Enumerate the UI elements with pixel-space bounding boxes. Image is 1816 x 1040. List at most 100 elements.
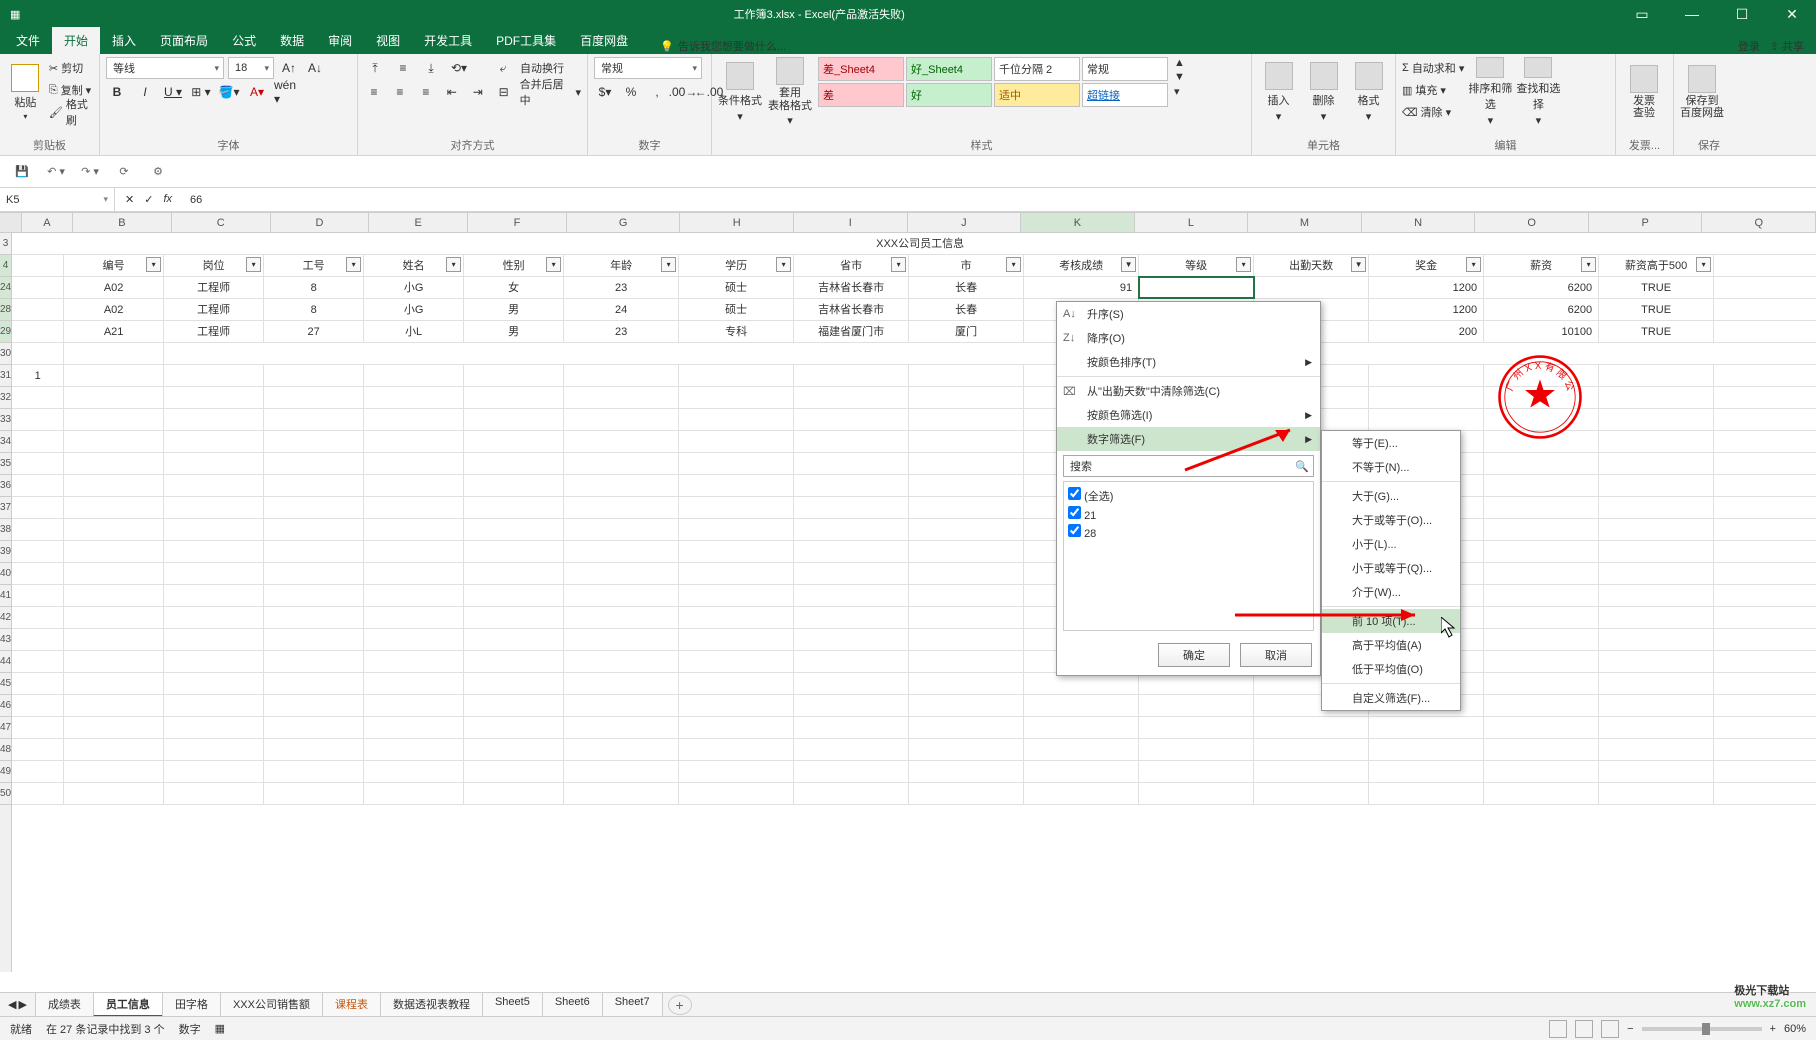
row-header[interactable]: 24 [0,277,11,299]
decrease-font-icon[interactable]: A↓ [304,57,326,79]
sheet-tab[interactable]: 成绩表 [35,992,94,1017]
row-header[interactable]: 30 [0,343,11,365]
row-header[interactable]: 36 [0,475,11,497]
cell[interactable] [164,387,264,408]
cell[interactable] [794,761,909,782]
cell[interactable] [1599,519,1714,540]
align-bottom-icon[interactable]: ⤓ [420,57,442,79]
row-header[interactable]: 45 [0,673,11,695]
cell[interactable] [1714,651,1816,672]
cell[interactable] [1599,409,1714,430]
column-header[interactable]: M [1248,213,1362,232]
cell[interactable] [164,365,264,386]
login-link[interactable]: 登录 [1738,38,1760,54]
cell[interactable] [1369,365,1484,386]
cell[interactable] [909,409,1024,430]
cancel-button[interactable]: 取消 [1240,643,1312,667]
data-cell[interactable]: 女 [464,277,564,298]
column-header[interactable]: J [908,213,1022,232]
wrap-text-button[interactable]: ⤶ [492,57,514,79]
cell[interactable] [364,475,464,496]
cell[interactable] [12,563,64,584]
cell[interactable] [264,673,364,694]
gte-item[interactable]: 大于或等于(O)... [1322,508,1460,532]
sheet-nav-next-icon[interactable]: ▶ [18,998,26,1011]
data-cell[interactable] [1254,277,1369,298]
cell[interactable] [794,541,909,562]
cell[interactable] [64,629,164,650]
cell[interactable] [794,739,909,760]
cell[interactable] [564,651,679,672]
close-icon[interactable]: ✕ [1768,0,1816,28]
not-equal-item[interactable]: 不等于(N)... [1322,455,1460,479]
row-header[interactable]: 37 [0,497,11,519]
border-icon[interactable]: ⊞ ▾ [190,81,212,103]
cell[interactable] [364,695,464,716]
cell[interactable] [794,695,909,716]
ribbon-display-icon[interactable]: ▭ [1618,0,1666,28]
cell[interactable] [679,629,794,650]
tab-baidu[interactable]: 百度网盘 [568,27,640,54]
cell[interactable] [164,783,264,804]
cell[interactable] [1139,717,1254,738]
zoom-level[interactable]: 60% [1784,1023,1806,1035]
cell[interactable] [794,629,909,650]
cell[interactable] [1484,563,1599,584]
cell[interactable] [264,409,364,430]
cell[interactable] [564,541,679,562]
cell[interactable] [679,695,794,716]
cell[interactable] [1484,541,1599,562]
table-header-cell[interactable]: 学历▾ [679,255,794,276]
cell[interactable] [12,541,64,562]
cell[interactable] [64,651,164,672]
check-28[interactable]: 28 [1068,523,1309,541]
data-cell[interactable]: 6200 [1484,299,1599,320]
select-all-corner[interactable] [0,213,22,232]
cell[interactable] [12,409,64,430]
cell[interactable] [64,673,164,694]
data-cell[interactable]: 6200 [1484,277,1599,298]
cell[interactable] [909,431,1024,452]
cell[interactable] [1484,739,1599,760]
cell[interactable] [1254,761,1369,782]
cell[interactable] [1599,541,1714,562]
sort-color-item[interactable]: 按颜色排序(T)▶ [1057,350,1320,374]
column-header[interactable]: O [1475,213,1589,232]
cell[interactable] [564,607,679,628]
table-header-cell[interactable]: 薪资▾ [1484,255,1599,276]
cell[interactable] [64,387,164,408]
cell[interactable] [679,607,794,628]
cell[interactable] [464,717,564,738]
cell[interactable] [64,431,164,452]
cell[interactable] [364,739,464,760]
sheet-tab[interactable]: XXX公司销售额 [220,992,323,1017]
cell[interactable] [464,475,564,496]
cell[interactable] [1714,497,1816,518]
row-header[interactable]: 40 [0,563,11,585]
cell[interactable] [794,387,909,408]
cell[interactable] [264,497,364,518]
cell[interactable] [464,695,564,716]
cell[interactable] [1369,739,1484,760]
cell[interactable] [64,585,164,606]
redo-icon[interactable]: ↷ ▾ [80,162,100,182]
align-middle-icon[interactable]: ≡ [392,57,414,79]
column-header[interactable]: N [1362,213,1476,232]
cell[interactable]: 1 [12,365,64,386]
cell[interactable] [12,783,64,804]
row-header[interactable]: 29 [0,321,11,343]
save-icon[interactable]: 💾 [12,162,32,182]
cell[interactable] [909,673,1024,694]
cell[interactable] [1599,761,1714,782]
formula-input[interactable]: 66 [182,194,1816,206]
data-cell[interactable]: 10100 [1484,321,1599,342]
cell[interactable] [464,761,564,782]
cell[interactable] [264,365,364,386]
cell[interactable] [1484,607,1599,628]
autosum-button[interactable]: Σ 自动求和 ▾ [1402,57,1464,79]
checkbox-28[interactable] [1068,524,1081,537]
cell[interactable] [364,365,464,386]
cell[interactable] [164,651,264,672]
enter-formula-icon[interactable]: ✓ [144,193,153,206]
cell[interactable] [364,431,464,452]
